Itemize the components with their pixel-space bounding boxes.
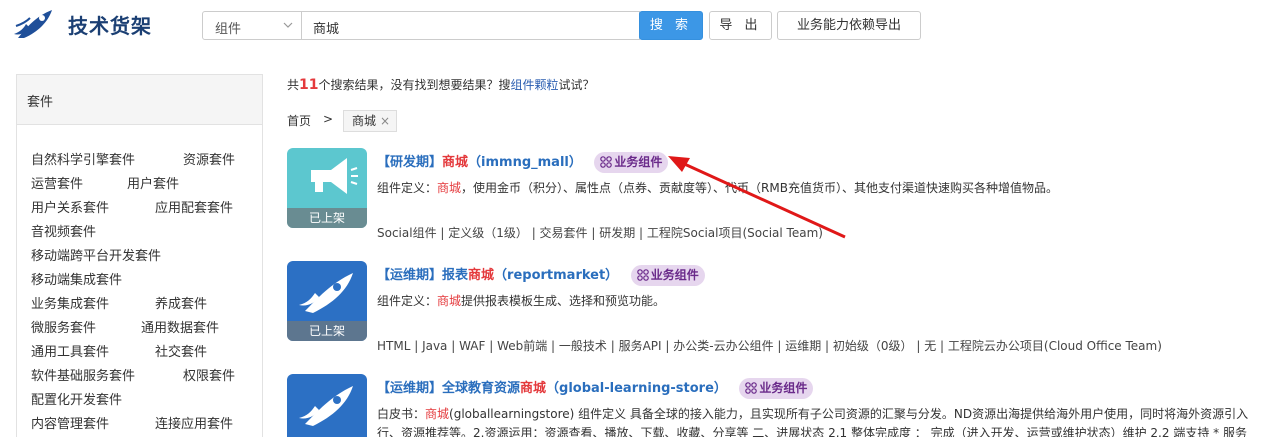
sidebar-item[interactable]: 软件基础服务套件	[31, 365, 135, 384]
business-component-badge: 业务组件	[630, 265, 705, 286]
result-tags: Social组件 | 定义级（1级） | 交易套件 | 研发期 | 工程院Soc…	[377, 226, 823, 240]
result-definition-line2: 行、资源推荐等。2.资源运用：资源查看、播放、下载、收藏、分享等 二、进展状态 …	[377, 426, 1247, 437]
title-highlight: 商城	[442, 155, 469, 170]
breadcrumb-tag-label: 商城	[352, 114, 377, 128]
summary-middle: 个搜索结果，没有找到想要结果？搜	[318, 78, 511, 92]
grid-icon	[600, 156, 613, 168]
close-icon[interactable]: ×	[380, 114, 390, 128]
result-count: 11	[299, 77, 319, 93]
megaphone-icon	[311, 158, 358, 194]
sidebar-item[interactable]: 内容管理套件	[31, 413, 109, 432]
result-thumbnail[interactable]	[287, 374, 367, 437]
search-type-value: 组件	[215, 22, 242, 37]
search-input[interactable]: 商城	[301, 11, 640, 40]
rocket-icon	[299, 273, 353, 313]
title-suffix: （reportmarket）	[494, 268, 619, 283]
business-component-badge: 业务组件	[739, 378, 814, 399]
def-prefix: 白皮书：	[377, 407, 426, 421]
breadcrumb-home[interactable]: 首页	[287, 112, 311, 129]
result-thumbnail[interactable]: 已上架	[287, 261, 367, 341]
business-component-badge: 业务组件	[594, 152, 669, 173]
sidebar-item[interactable]: 移动端集成套件	[31, 269, 122, 288]
result-thumbnail[interactable]: 已上架	[287, 148, 367, 228]
status-badge: 已上架	[287, 321, 367, 341]
def-highlight: 商城	[437, 181, 462, 195]
sidebar-item[interactable]: 配置化开发套件	[31, 389, 122, 408]
badge-label: 业务组件	[759, 381, 808, 395]
result-summary: 共11个搜索结果，没有找到想要结果？搜组件颗粒试试？	[287, 76, 595, 93]
result-definition: 白皮书：商城(globallearningstore) 组件定义 具备全球的接入…	[377, 405, 1248, 422]
result-tags: HTML | Java | WAF | Web前端 | 一般技术 | 服务API…	[377, 339, 1162, 353]
sidebar-item[interactable]: 通用数据套件	[141, 317, 219, 336]
title-prefix: 【运维期】全球教育资源	[377, 381, 521, 396]
result-definition: 组件定义：商城提供报表模板生成、选择和预览功能。	[377, 292, 665, 309]
sidebar-item[interactable]: 养成套件	[155, 293, 207, 312]
result-item: 已上架 【研发期】商城（immng_mall） 业务组件 组件定义：商城，使用金…	[287, 148, 1287, 248]
sidebar-item[interactable]: 通用工具套件	[31, 341, 109, 360]
dependency-export-button[interactable]: 业务能力依赖导出	[777, 11, 921, 40]
title-suffix: （immng_mall）	[468, 155, 582, 170]
breadcrumb-separator: >	[323, 112, 334, 126]
rocket-icon	[299, 386, 353, 426]
def-highlight: 商城	[425, 407, 450, 421]
sidebar-item[interactable]: 业务集成套件	[31, 293, 109, 312]
sidebar-item[interactable]: 用户关系套件	[31, 197, 109, 216]
status-badge: 已上架	[287, 208, 367, 228]
sidebar-item[interactable]: 社交套件	[155, 341, 207, 360]
def-prefix: 组件定义：	[377, 294, 438, 308]
app-title: 技术货架	[68, 14, 152, 38]
search-input-value: 商城	[313, 22, 340, 37]
grid-icon	[636, 269, 649, 281]
badge-label: 业务组件	[650, 268, 699, 282]
search-type-select[interactable]: 组件	[202, 11, 302, 40]
component-granule-link[interactable]: 组件颗粒	[511, 78, 559, 92]
title-highlight: 商城	[468, 268, 495, 283]
result-item: 【运维期】全球教育资源商城（global-learning-store） 业务组…	[287, 374, 1287, 437]
sidebar-item[interactable]: 自然科学引擎套件	[31, 149, 135, 168]
def-highlight: 商城	[437, 294, 462, 308]
summary-prefix: 共	[287, 78, 300, 92]
result-title[interactable]: 【运维期】报表商城（reportmarket） 业务组件	[377, 264, 705, 286]
search-button[interactable]: 搜 索	[639, 11, 703, 40]
sidebar-title: 套件	[17, 75, 262, 125]
def-prefix: 组件定义：	[377, 181, 438, 195]
sidebar-item[interactable]: 权限套件	[183, 365, 235, 384]
sidebar-item[interactable]: 移动端跨平台开发套件	[31, 245, 161, 264]
title-prefix: 【运维期】报表	[377, 268, 469, 283]
badge-label: 业务组件	[614, 155, 663, 169]
sidebar-item[interactable]: 微服务套件	[31, 317, 96, 336]
result-title[interactable]: 【运维期】全球教育资源商城（global-learning-store） 业务组…	[377, 377, 814, 399]
result-title[interactable]: 【研发期】商城（immng_mall） 业务组件	[377, 151, 669, 173]
title-suffix: （global-learning-store）	[546, 381, 727, 396]
export-button[interactable]: 导 出	[709, 11, 772, 40]
summary-suffix: 试试？	[558, 78, 595, 92]
def-text: 提供报表模板生成、选择和预览功能。	[461, 294, 666, 308]
grid-icon	[745, 382, 758, 394]
sidebar-item[interactable]: 资源套件	[183, 149, 235, 168]
rocket-logo-icon[interactable]	[12, 6, 56, 42]
sidebar-item[interactable]: 用户套件	[127, 173, 179, 192]
sidebar-item[interactable]: 连接应用套件	[155, 413, 233, 432]
title-highlight: 商城	[520, 381, 547, 396]
title-prefix: 【研发期】	[377, 155, 443, 170]
sidebar-item[interactable]: 运营套件	[31, 173, 83, 192]
def-text: ，使用金币（积分）、属性点（点券、贡献度等）、代币（RMB充值货币）、其他支付渠…	[461, 181, 1058, 195]
result-definition: 组件定义：商城，使用金币（积分）、属性点（点券、贡献度等）、代币（RMB充值货币…	[377, 179, 1058, 196]
sidebar-item[interactable]: 音视频套件	[31, 221, 96, 240]
def-text: (globallearningstore) 组件定义 具备全球的接入能力，且实现…	[449, 407, 1249, 421]
result-item: 已上架 【运维期】报表商城（reportmarket） 业务组件 组件定义：商城…	[287, 261, 1287, 361]
breadcrumb-tag: 商城 ×	[343, 110, 398, 132]
chevron-down-icon	[283, 22, 293, 28]
sidebar-item[interactable]: 应用配套套件	[155, 197, 233, 216]
